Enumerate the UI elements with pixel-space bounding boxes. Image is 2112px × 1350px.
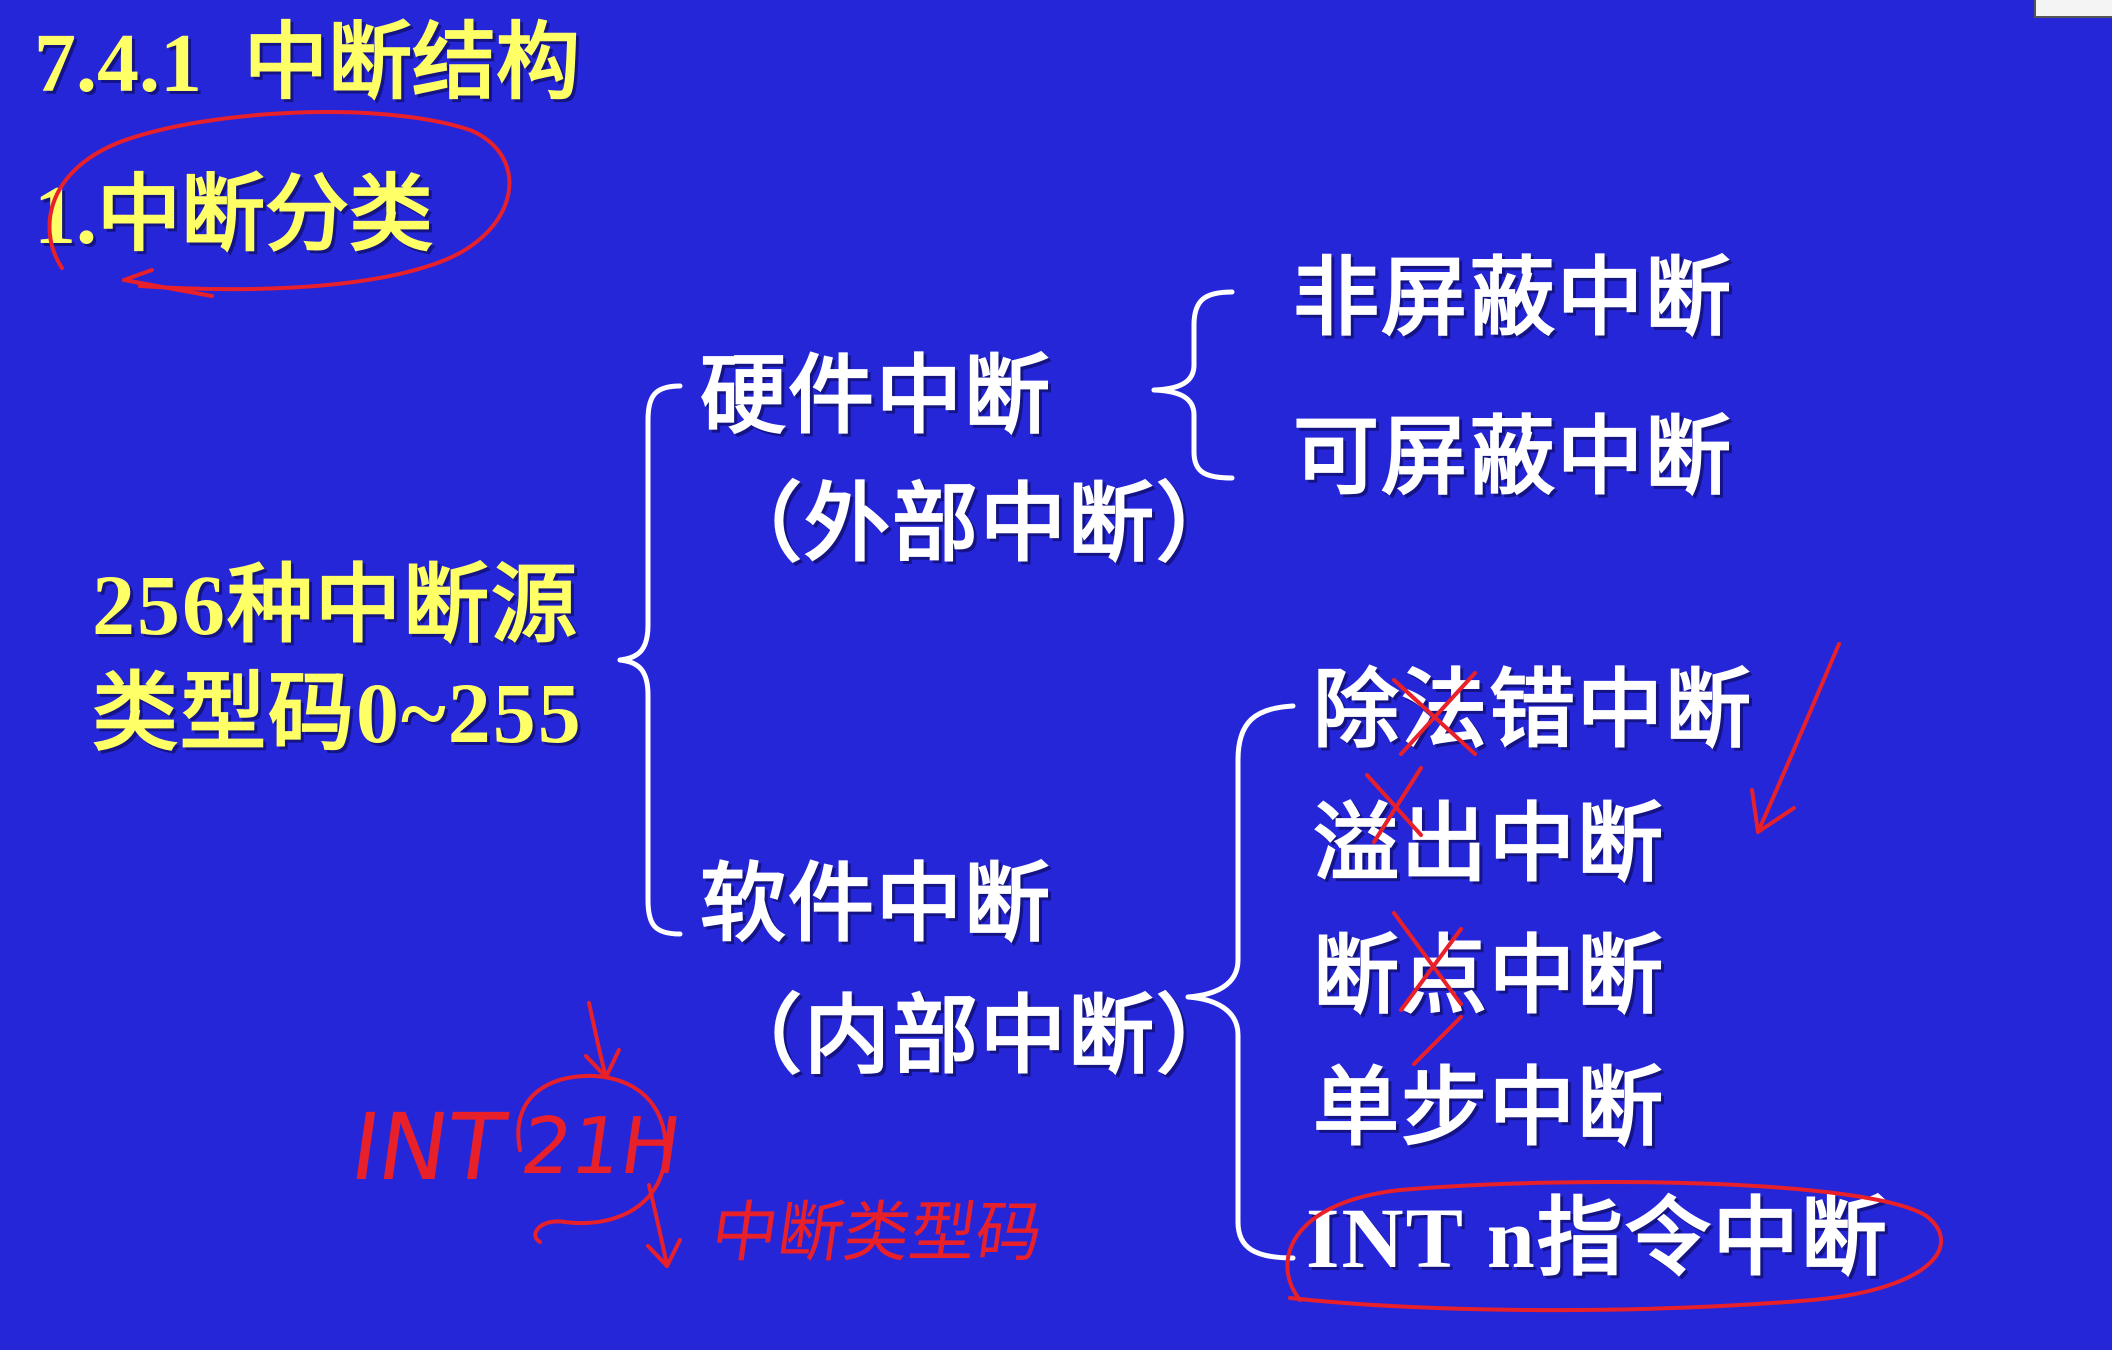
hardware-interrupt-label: 硬件中断 (700, 348, 1052, 444)
red-arrow-into-circle (584, 1001, 621, 1079)
software-interrupt-label: 软件中断 (700, 856, 1052, 952)
lecture-slide: 7.4.1 中断结构 1.中断分类 256种中断源 类型码0~255 硬件中断 … (0, 0, 2112, 1350)
handwritten-21h-text: 21H (515, 1102, 687, 1192)
window-corner-tab (2034, 0, 2112, 18)
maskable-interrupt-item: 可屏蔽中断 (1293, 409, 1733, 505)
software-brace (1185, 703, 1296, 1261)
software-interrupt-sublabel: （内部中断） (716, 988, 1244, 1084)
overflow-interrupt-item: 溢出中断 (1313, 796, 1665, 892)
handwritten-int-text: INT (344, 1094, 512, 1201)
int-n-instruction-interrupt-item: INT n指令中断 (1306, 1190, 1889, 1286)
hardware-brace (1151, 289, 1235, 481)
divide-error-interrupt-item: 除法错中断 (1313, 662, 1753, 758)
subsection-title: 1.中断分类 (34, 169, 434, 262)
root-label-type-codes: 类型码0~255 (92, 665, 583, 761)
single-step-interrupt-item: 单步中断 (1313, 1060, 1665, 1156)
section-title: 7.4.1 中断结构 (34, 17, 581, 110)
handwritten-type-code-note: 中断类型码 (706, 1194, 1048, 1271)
breakpoint-interrupt-item: 断点中断 (1313, 928, 1665, 1024)
red-ellipse-tail (122, 268, 214, 298)
root-label-sources: 256种中断源 (92, 557, 579, 653)
root-brace (617, 383, 683, 937)
hardware-interrupt-sublabel: （外部中断） (716, 476, 1244, 572)
red-arrow-right (1750, 642, 1841, 834)
red-arrow-to-note (646, 1183, 682, 1268)
nonmaskable-interrupt-item: 非屏蔽中断 (1293, 250, 1733, 346)
